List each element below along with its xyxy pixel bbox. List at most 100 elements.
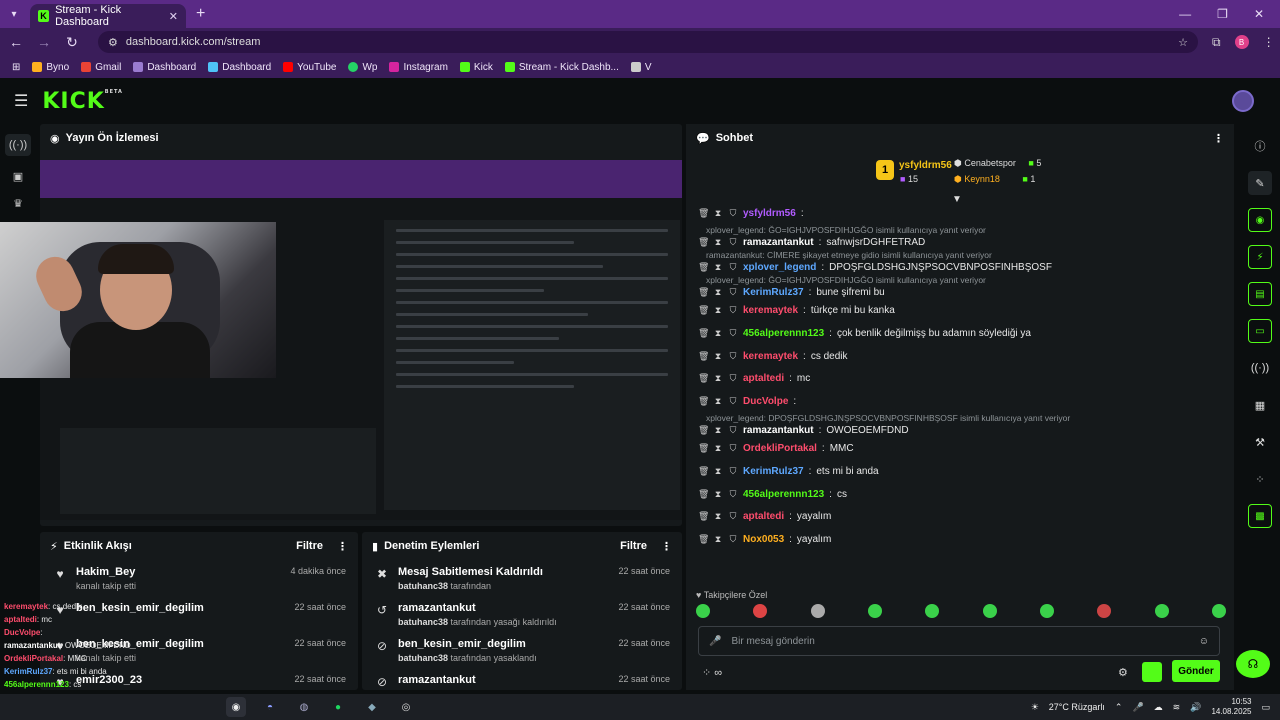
chat-username[interactable]: KerimRulz37: [743, 466, 804, 477]
kick-reward-icon[interactable]: [1142, 662, 1162, 682]
timeout-icon[interactable]: ⧗: [713, 237, 723, 248]
trophy-nav-icon[interactable]: ♛: [13, 197, 23, 210]
chat-message[interactable]: 🗑 ⧗ ⛉ OrdekliPortakal: MMC: [698, 438, 1228, 461]
timeout-icon[interactable]: ⧗: [713, 305, 723, 316]
chat-message[interactable]: 🗑 ⧗ ⛉ aptaltedi: mc: [698, 367, 1228, 390]
camera-widget-icon[interactable]: ◉: [1248, 208, 1272, 232]
bookmark-youtube[interactable]: YouTube: [283, 62, 336, 73]
timeout-icon[interactable]: ⧗: [713, 287, 723, 298]
reply-context[interactable]: xplover_legend: ĞO=IGHJVPOSFDIHJGĞO isim…: [698, 225, 1228, 236]
weather-text[interactable]: 27°C Rüzgarlı: [1049, 702, 1105, 712]
chat-message[interactable]: 🗑 ⧗ ⛉ keremaytek: türkçe mi bu kanka: [698, 300, 1228, 323]
steam-icon[interactable]: ◍: [294, 697, 314, 717]
timeout-icon[interactable]: ⧗: [713, 443, 723, 454]
chat-message[interactable]: 🗑 ⧗ ⛉ aptaltedi: yayalım: [698, 505, 1228, 528]
back-icon[interactable]: ←: [4, 34, 28, 50]
moderation-item[interactable]: ⊘ ramazantankut 22 saat önce: [362, 668, 682, 690]
emote-icon[interactable]: [696, 604, 710, 618]
chat-message[interactable]: 🗑 ⧗ ⛉ DucVolpe:: [698, 390, 1228, 413]
chat-message[interactable]: 🗑 ⧗ ⛉ 456alperennn123: çok benlik değilmişş …: [698, 322, 1228, 345]
printer-icon[interactable]: ▦: [1248, 393, 1272, 417]
stream-nav-icon[interactable]: ((·)): [5, 134, 31, 156]
delete-icon[interactable]: 🗑: [698, 534, 709, 545]
timeout-icon[interactable]: ⧗: [713, 396, 723, 407]
broadcast-icon[interactable]: ((·)): [1248, 356, 1272, 380]
app-icon[interactable]: ◆: [362, 697, 382, 717]
chat-more-icon[interactable]: ⋮: [1213, 132, 1224, 145]
volume-icon[interactable]: 🔊: [1190, 702, 1201, 713]
delete-icon[interactable]: 🗑: [698, 443, 709, 454]
microphone-icon[interactable]: 🎤: [709, 636, 721, 647]
timeout-icon[interactable]: ⧗: [713, 328, 723, 339]
bookmark-v[interactable]: V: [630, 62, 652, 73]
emote-icon[interactable]: [925, 604, 940, 618]
bookmark-stream-kick[interactable]: Stream - Kick Dashb...: [504, 62, 619, 73]
leader-side-1[interactable]: ⬢ Cenabetspor ■ 5: [954, 158, 1041, 169]
delete-icon[interactable]: 🗑: [698, 351, 709, 362]
activity-more-icon[interactable]: ⋮: [337, 540, 348, 553]
chat-username[interactable]: DucVolpe: [743, 396, 788, 407]
chat-settings-icon[interactable]: ⚙: [1118, 666, 1128, 679]
chat-message[interactable]: 🗑 ⧗ ⛉ ramazantankut: OWOEOEMFDND: [698, 424, 1228, 438]
chat-username[interactable]: keremaytek: [743, 351, 798, 362]
hamburger-menu-icon[interactable]: ☰: [14, 91, 28, 111]
chat-message[interactable]: 🗑 ⧗ ⛉ Nox0053: yayalım: [698, 528, 1228, 551]
clapper-widget-icon[interactable]: ▩: [1248, 504, 1272, 528]
chat-settings-infinity-icon[interactable]: ⁘ ∞: [702, 666, 722, 679]
notifications-icon[interactable]: ▭: [1261, 702, 1270, 713]
chat-username[interactable]: Nox0053: [743, 534, 784, 545]
wifi-icon[interactable]: ≋: [1173, 702, 1181, 713]
chat-username[interactable]: xplover_legend: [743, 262, 816, 273]
emote-icon[interactable]: [1039, 604, 1054, 618]
moderation-more-icon[interactable]: ⋮: [661, 540, 672, 553]
delete-icon[interactable]: 🗑: [698, 425, 709, 436]
bookmark-wp[interactable]: Wp: [348, 62, 377, 73]
discord-icon[interactable]: ◓: [260, 697, 280, 717]
timeout-icon[interactable]: ⧗: [713, 489, 723, 500]
support-chat-icon[interactable]: ☊: [1236, 650, 1270, 678]
moderation-item[interactable]: ⊘ ben_kesin_emir_degilim batuhanc38 taraf…: [362, 632, 682, 668]
delete-icon[interactable]: 🗑: [698, 305, 709, 316]
site-info-icon[interactable]: ⚙: [108, 36, 118, 49]
wrench-icon[interactable]: ⚒: [1248, 430, 1272, 454]
bookmark-byno[interactable]: Byno: [32, 62, 69, 73]
moderation-filter-button[interactable]: Filtre: [620, 540, 647, 552]
spotify-icon[interactable]: ●: [328, 697, 348, 717]
activity-item[interactable]: ♥ Hakim_Bey kanalı takip etti 4 dakika ön…: [40, 560, 358, 596]
delete-icon[interactable]: 🗑: [698, 237, 709, 248]
bookmark-star-icon[interactable]: ☆: [1178, 36, 1188, 49]
chat-widget-icon[interactable]: ▭: [1248, 319, 1272, 343]
bolt-widget-icon[interactable]: ⚡: [1248, 245, 1272, 269]
restore-icon[interactable]: ❐: [1217, 7, 1228, 21]
bookmark-dashboard-2[interactable]: Dashboard: [208, 62, 271, 73]
moderation-item[interactable]: ↺ ramazantankut batuhanc38 tarafından yas…: [362, 596, 682, 632]
emoji-icon[interactable]: ☺: [1199, 636, 1209, 647]
timeout-icon[interactable]: ⧗: [713, 534, 723, 545]
bookmark-instagram[interactable]: Instagram: [389, 62, 448, 73]
delete-icon[interactable]: 🗑: [698, 511, 709, 522]
chat-username[interactable]: 456alperennn123: [743, 489, 824, 500]
reload-icon[interactable]: ↻: [60, 34, 84, 51]
delete-icon[interactable]: 🗑: [698, 262, 709, 273]
leader-name[interactable]: ysfyldrm56: [899, 160, 952, 171]
chat-message[interactable]: 🗑 ⧗ ⛉ xplover_legend: DPOŞFGLDSHGJNŞPSOCVBNP…: [698, 261, 1228, 275]
delete-icon[interactable]: 🗑: [698, 466, 709, 477]
chat-message[interactable]: 🗑 ⧗ ⛉ KerimRulz37: bune şifremi bu: [698, 286, 1228, 300]
forward-icon[interactable]: →: [32, 34, 56, 50]
bookmark-kick[interactable]: Kick: [459, 62, 493, 73]
close-window-icon[interactable]: ✕: [1254, 7, 1264, 21]
reply-context[interactable]: xplover_legend: DPOŞFGLDSHGJNŞPSOCVBNPOS…: [698, 413, 1228, 424]
moderation-item[interactable]: ✖ Mesaj Sabitlemesi Kaldırıldı batuhanc38…: [362, 560, 682, 596]
chat-username[interactable]: ysfyldrm56: [743, 208, 796, 219]
chat-message[interactable]: 🗑 ⧗ ⛉ 456alperennn123: cs: [698, 483, 1228, 506]
tray-chevron-icon[interactable]: ⌃: [1115, 702, 1123, 713]
timeout-icon[interactable]: ⧗: [713, 351, 723, 362]
browser-tab[interactable]: K Stream - Kick Dashboard ✕: [30, 4, 186, 28]
chat-username[interactable]: keremaytek: [743, 305, 798, 316]
chat-username[interactable]: ramazantankut: [743, 237, 814, 248]
dots-icon[interactable]: ⁘: [1248, 467, 1272, 491]
extensions-icon[interactable]: ⧉: [1212, 35, 1221, 50]
delete-icon[interactable]: 🗑: [698, 373, 709, 384]
delete-icon[interactable]: 🗑: [698, 396, 709, 407]
timeout-icon[interactable]: ⧗: [713, 373, 723, 384]
